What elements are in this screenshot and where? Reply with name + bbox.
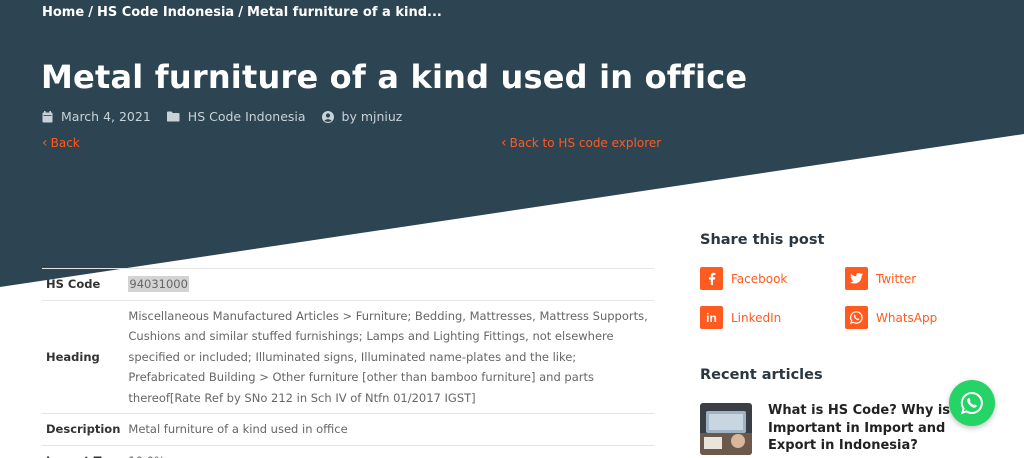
post-category[interactable]: HS Code Indonesia (166, 109, 306, 124)
whatsapp-chat-button[interactable] (949, 380, 995, 426)
post-meta: March 4, 2021 HS Code Indonesia by mjniu… (42, 109, 418, 124)
hs-code-value: 94031000 (128, 276, 189, 292)
share-title: Share this post (700, 232, 825, 248)
share-twitter-label: Twitter (876, 271, 917, 286)
post-author[interactable]: by mjniuz (321, 109, 403, 124)
breadcrumb: Home / HS Code Indonesia / Metal furniture o… (42, 5, 442, 20)
chevron-left-icon: ‹ (501, 135, 507, 151)
user-icon (321, 110, 334, 123)
back-to-explorer-label: Back to HS code explorer (509, 136, 662, 150)
post-category-text: HS Code Indonesia (187, 109, 306, 124)
row-value: 10.0% (124, 444, 654, 458)
row-label: Description (42, 413, 125, 445)
page-title: Metal furniture of a kind used in office (41, 58, 748, 96)
hs-code-table: HS Code 94031000 Heading Miscellaneous M… (42, 268, 654, 458)
chevron-left-icon: ‹ (42, 135, 48, 151)
row-value: Metal furniture of a kind used in office (124, 413, 654, 445)
post-date-text: March 4, 2021 (61, 109, 151, 124)
table-row-description: Description Metal furniture of a kind us… (42, 413, 654, 445)
recent-article-link[interactable]: What is HS Code? Why is Important in Imp… (768, 402, 968, 455)
share-whatsapp-button[interactable]: WhatsApp (845, 306, 937, 329)
back-link[interactable]: ‹ Back (42, 135, 80, 151)
share-twitter-button[interactable]: Twitter (845, 267, 916, 290)
back-link-label: Back (50, 136, 80, 150)
row-label: Import Tax (42, 444, 125, 458)
table-row-import-tax: Import Tax 10.0% (42, 444, 654, 458)
twitter-icon (845, 267, 868, 290)
row-label: Heading (42, 299, 125, 414)
breadcrumb-separator: / (238, 5, 243, 20)
linkedin-icon-glyph: in (706, 310, 717, 325)
back-to-explorer-link[interactable]: ‹ Back to HS code explorer (501, 135, 661, 151)
linkedin-icon: in (700, 306, 723, 329)
facebook-icon (700, 267, 723, 290)
share-whatsapp-label: WhatsApp (876, 310, 938, 325)
whatsapp-icon (960, 391, 983, 415)
table-row-hs-code: HS Code 94031000 (42, 268, 654, 300)
post-date: March 4, 2021 (42, 109, 151, 124)
table-row-heading: Heading Miscellaneous Manufactured Artic… (42, 299, 654, 414)
breadcrumb-current: Metal furniture of a kind... (246, 5, 442, 20)
row-value: Miscellaneous Manufactured Articles > Fu… (124, 299, 654, 414)
share-linkedin-button[interactable]: in LinkedIn (700, 306, 781, 329)
share-facebook-button[interactable]: Facebook (700, 267, 787, 290)
folder-icon (166, 111, 180, 122)
calendar-icon (42, 110, 53, 122)
breadcrumb-separator: / (88, 5, 93, 20)
article-thumbnail[interactable] (700, 403, 752, 455)
row-value: 94031000 (124, 268, 654, 300)
share-facebook-label: Facebook (731, 271, 788, 286)
row-label: HS Code (42, 268, 125, 300)
breadcrumb-home[interactable]: Home (42, 5, 84, 20)
breadcrumb-category[interactable]: HS Code Indonesia (97, 5, 234, 20)
share-linkedin-label: LinkedIn (731, 310, 782, 325)
whatsapp-icon (845, 306, 868, 329)
recent-articles-title: Recent articles (700, 367, 823, 383)
post-author-text: by mjniuz (341, 109, 403, 124)
